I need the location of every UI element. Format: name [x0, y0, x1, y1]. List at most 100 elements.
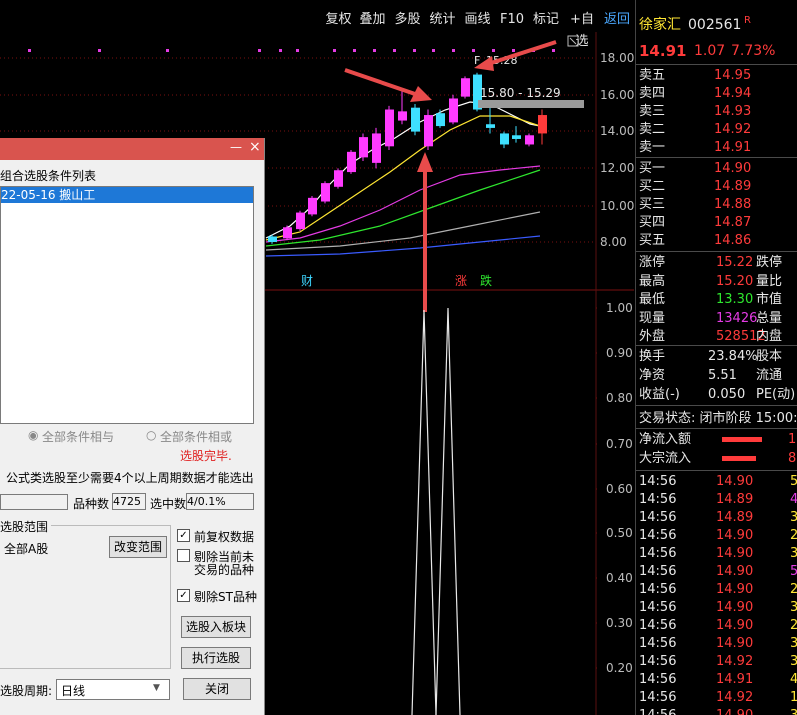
stat-label-2: 流通 [756, 368, 783, 383]
indicator-tick: 1.00 [606, 301, 633, 315]
tick-row: 14:56 14.92 3 [636, 653, 797, 671]
stat-label-2: 总量 [756, 310, 783, 326]
tick-time: 14:56 [639, 636, 677, 651]
indicator-tick: 0.30 [606, 616, 633, 630]
count-label: 品种数 [73, 497, 110, 511]
tick-time: 14:56 [639, 672, 677, 687]
period-select[interactable]: 日线 ▼ [56, 679, 170, 700]
toolbar-button-6[interactable]: 标记 [531, 9, 561, 31]
toolbar-button-3[interactable]: 统计 [426, 9, 459, 31]
marker-cai: 财 [301, 274, 313, 288]
ask-label: 卖一 [639, 140, 666, 155]
tick-row: 14:56 14.89 4 [636, 491, 797, 509]
fq-checkbox[interactable]: ✓ [177, 529, 190, 542]
bid-row: 买五 14.86 [636, 232, 797, 250]
tick-volume: 3 [790, 509, 797, 527]
change-range-button[interactable]: 改变范围 [109, 536, 167, 558]
flow-row: 大宗流入 88 [636, 450, 797, 468]
radio-or-icon[interactable]: ○ [146, 428, 156, 442]
tick-volume: 2 [790, 581, 797, 599]
candle-body [538, 115, 547, 134]
tick-price: 14.89 [716, 492, 754, 507]
condition-list-item[interactable]: 22-05-16 搬山工 [1, 187, 253, 203]
tick-price: 14.90 [716, 564, 754, 579]
execute-button[interactable]: 执行选股 [181, 647, 251, 669]
toolbar-button-1[interactable]: 叠加 [356, 9, 389, 31]
candle-body [398, 111, 407, 121]
tick-time: 14:56 [639, 618, 677, 633]
signal-dot [166, 49, 169, 52]
progress-bar [0, 494, 68, 510]
ask-label: 卖四 [639, 86, 666, 101]
flow-value: 88 [788, 451, 797, 466]
tick-row: 14:56 14.90 3 [636, 707, 797, 715]
candle-body [347, 151, 356, 173]
stock-code: 002561 [688, 17, 742, 33]
stat-label: 换手 [639, 349, 666, 364]
toolbar-button-7[interactable]: +自选 [564, 9, 600, 49]
signal-dot [452, 49, 455, 52]
exclude-st-checkbox[interactable]: ✓ [177, 589, 190, 602]
tick-price: 14.90 [716, 528, 754, 543]
tick-time: 14:56 [639, 546, 677, 561]
tick-volume: 4 [790, 491, 797, 509]
flow-label: 大宗流入 [639, 451, 692, 466]
exclude-untraded-checkbox[interactable] [177, 549, 190, 562]
candle-body [500, 133, 509, 145]
signal-dot [432, 49, 435, 52]
candle-body [512, 135, 521, 139]
candle-body [334, 170, 343, 187]
condition-list[interactable]: 22-05-16 搬山工 [0, 186, 254, 424]
stat-row: 现量 13426 总量 [636, 310, 797, 328]
candle-body [283, 227, 292, 239]
tick-row: 14:56 14.90 5 [636, 563, 797, 581]
tick-volume: 3 [790, 653, 797, 671]
indicator-tick: 0.70 [606, 437, 633, 451]
close-button[interactable]: 关闭 [183, 678, 251, 700]
stat-row: 外盘 528512 内盘 [636, 328, 797, 346]
stat-row: 最低 13.30 市值 [636, 291, 797, 309]
dialog-titlebar[interactable]: — × [0, 138, 264, 160]
price-tick: 10.00 [600, 199, 634, 213]
toolbar-button-4[interactable]: 画线 [461, 9, 494, 31]
ask-label: 卖三 [639, 104, 666, 119]
close-icon[interactable]: × [249, 139, 261, 155]
flow-label: 净流入额 [639, 432, 692, 447]
tick-price: 14.90 [716, 546, 754, 561]
stat-label: 外盘 [639, 329, 666, 344]
price-tick: 18.00 [600, 51, 634, 65]
signal-dot [279, 49, 282, 52]
bid-price: 14.88 [714, 197, 752, 212]
tick-row: 14:56 14.90 5 [636, 473, 797, 491]
signal-dot [28, 49, 31, 52]
toolbar-button-2[interactable]: 多股 [391, 9, 424, 31]
chevron-down-icon[interactable]: ▼ [153, 683, 160, 693]
ask-row: 卖一 14.91 [636, 139, 797, 157]
signal-dot [472, 49, 475, 52]
bid-label: 买二 [639, 179, 666, 194]
signal-dot [296, 49, 299, 52]
ask-price: 14.91 [714, 140, 752, 155]
quote-panel: 徐家汇 002561 R 14.91 1.07 7.73% 交易状态: 闭市阶段… [635, 0, 797, 715]
selected-label: 选中数 [150, 497, 187, 511]
to-block-button[interactable]: 选股入板块 [181, 616, 251, 638]
tick-price: 14.90 [716, 474, 754, 489]
tick-row: 14:56 14.90 3 [636, 599, 797, 617]
status-text: 选股完毕. [180, 449, 232, 463]
tick-price: 14.89 [716, 510, 754, 525]
toolbar-button-0[interactable]: 复权 [322, 9, 355, 31]
ma-line-3 [265, 169, 541, 247]
minimize-icon[interactable]: — [230, 140, 242, 154]
signal-dot [333, 49, 336, 52]
stat-value: 15.20 [716, 273, 754, 289]
tick-time: 14:56 [639, 600, 677, 615]
toolbar-button-5[interactable]: F10 [497, 9, 527, 31]
signal-dot [492, 49, 495, 52]
stat-row: 换手 23.84% 股本 [636, 348, 797, 366]
indicator-tick: 0.60 [606, 482, 633, 496]
toolbar-button-8[interactable]: 返回 [603, 9, 631, 31]
tick-volume: 3 [790, 635, 797, 653]
chart-toolbar: 复权 叠加 多股 统计 画线 F10 标记 +自选 返回 [0, 9, 633, 49]
radio-and-icon[interactable]: ◉ [28, 428, 38, 442]
tick-time: 14:56 [639, 492, 677, 507]
